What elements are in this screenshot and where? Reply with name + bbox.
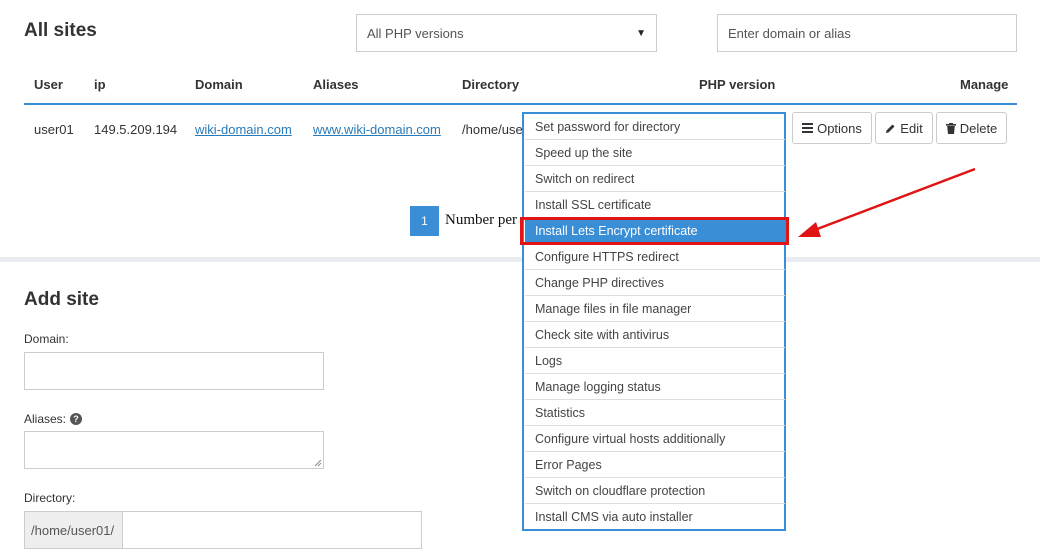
php-version-select-value: All PHP versions	[367, 25, 464, 41]
menu-item-statistics[interactable]: Statistics	[525, 400, 785, 426]
menu-item-install-lets-encrypt[interactable]: Install Lets Encrypt certificate	[525, 218, 785, 244]
column-header-domain: Domain	[195, 77, 243, 92]
menu-item-antivirus[interactable]: Check site with antivirus	[525, 322, 785, 348]
domain-search-input[interactable]: Enter domain or alias	[717, 14, 1017, 52]
directory-field[interactable]	[122, 511, 422, 549]
row-user: user01	[34, 122, 74, 137]
aliases-textarea[interactable]	[24, 431, 324, 469]
options-dropdown-menu: Set password for directory Speed up the …	[522, 112, 786, 531]
menu-item-virtual-hosts[interactable]: Configure virtual hosts additionally	[525, 426, 785, 452]
domain-field[interactable]	[24, 352, 324, 390]
column-header-aliases: Aliases	[313, 77, 359, 92]
options-button[interactable]: Options	[792, 112, 872, 144]
pagination-page-1[interactable]: 1	[410, 206, 439, 236]
trash-icon	[945, 122, 956, 134]
menu-item-speed-up[interactable]: Speed up the site	[525, 140, 785, 166]
caret-down-icon: ▼	[636, 27, 646, 39]
page-title: All sites	[24, 20, 97, 41]
directory-prefix: /home/user01/	[24, 511, 123, 549]
directory-label: Directory:	[24, 491, 76, 505]
column-header-ip: ip	[94, 77, 106, 92]
annotation-arrow-icon	[798, 167, 976, 237]
row-domain-link[interactable]: wiki-domain.com	[195, 122, 292, 137]
menu-item-switch-redirect[interactable]: Switch on redirect	[525, 166, 785, 192]
menu-item-logging-status[interactable]: Manage logging status	[525, 374, 785, 400]
menu-item-set-password[interactable]: Set password for directory	[525, 114, 785, 140]
edit-button[interactable]: Edit	[875, 112, 933, 144]
per-page-label: Number per	[445, 212, 518, 228]
delete-button[interactable]: Delete	[936, 112, 1007, 144]
row-aliases-link[interactable]: www.wiki-domain.com	[313, 122, 441, 137]
menu-item-error-pages[interactable]: Error Pages	[525, 452, 785, 478]
row-directory: /home/use	[462, 122, 523, 137]
menu-item-install-ssl[interactable]: Install SSL certificate	[525, 192, 785, 218]
domain-label: Domain:	[24, 332, 69, 346]
column-header-php-version: PHP version	[699, 77, 776, 92]
menu-item-cloudflare[interactable]: Switch on cloudflare protection	[525, 478, 785, 504]
edit-button-label: Edit	[900, 120, 923, 136]
question-circle-icon[interactable]: ?	[70, 413, 83, 425]
menu-item-php-directives[interactable]: Change PHP directives	[525, 270, 785, 296]
menu-item-cms-installer[interactable]: Install CMS via auto installer	[525, 504, 785, 530]
aliases-label: Aliases:	[24, 412, 67, 426]
menu-item-file-manager[interactable]: Manage files in file manager	[525, 296, 785, 322]
column-header-user: User	[34, 77, 63, 92]
options-button-label: Options	[817, 120, 862, 136]
column-header-manage: Manage	[960, 77, 1009, 92]
menu-item-https-redirect[interactable]: Configure HTTPS redirect	[525, 244, 785, 270]
delete-button-label: Delete	[959, 120, 998, 136]
add-site-title: Add site	[24, 289, 99, 310]
pencil-icon	[886, 124, 895, 133]
menu-item-logs[interactable]: Logs	[525, 348, 785, 374]
domain-search-placeholder: Enter domain or alias	[728, 25, 851, 41]
column-header-directory: Directory	[462, 77, 520, 92]
row-ip: 149.5.209.194	[94, 122, 178, 137]
bars-icon	[802, 123, 814, 133]
aliases-label-group: Aliases: ?	[24, 412, 83, 426]
section-divider	[0, 257, 1040, 262]
php-version-select[interactable]: All PHP versions ▼	[356, 14, 657, 52]
resize-handle-icon[interactable]	[314, 459, 322, 467]
